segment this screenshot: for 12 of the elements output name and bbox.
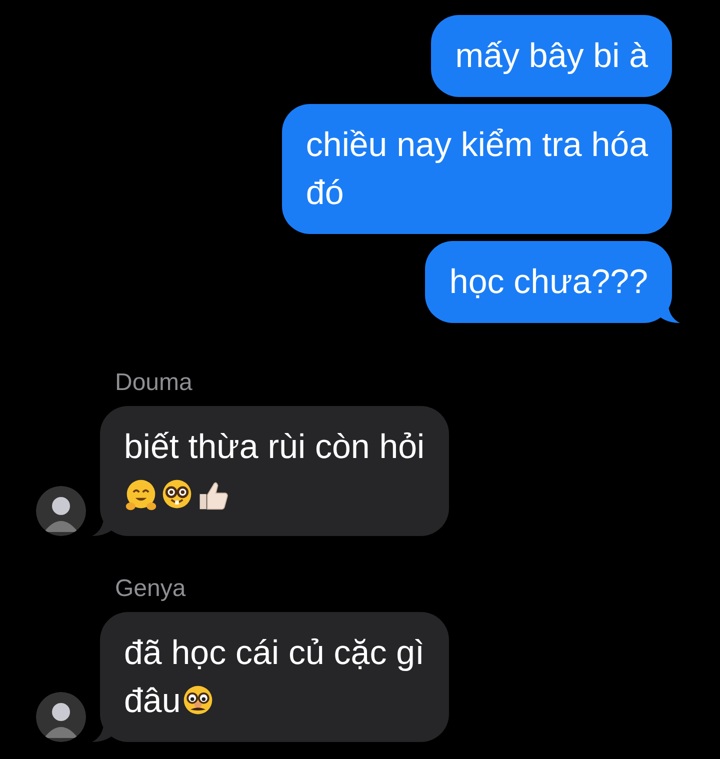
- message-text: mấy bây bi à: [455, 37, 648, 75]
- avatar[interactable]: [36, 486, 86, 536]
- avatar[interactable]: [36, 692, 86, 742]
- message-text: đó: [306, 174, 344, 212]
- message-text: học chưa???: [449, 263, 648, 301]
- sender-name: Douma: [115, 368, 192, 398]
- sender-name: Genya: [115, 574, 186, 604]
- hugging-face-icon: [124, 478, 158, 512]
- message-text: đâu: [124, 682, 181, 720]
- message-text: chiều nay kiểm tra hóa: [306, 126, 648, 164]
- message-text: biết thừa rùi còn hỏi: [124, 428, 425, 466]
- message-text: đã học cái củ cặc gì: [124, 634, 425, 672]
